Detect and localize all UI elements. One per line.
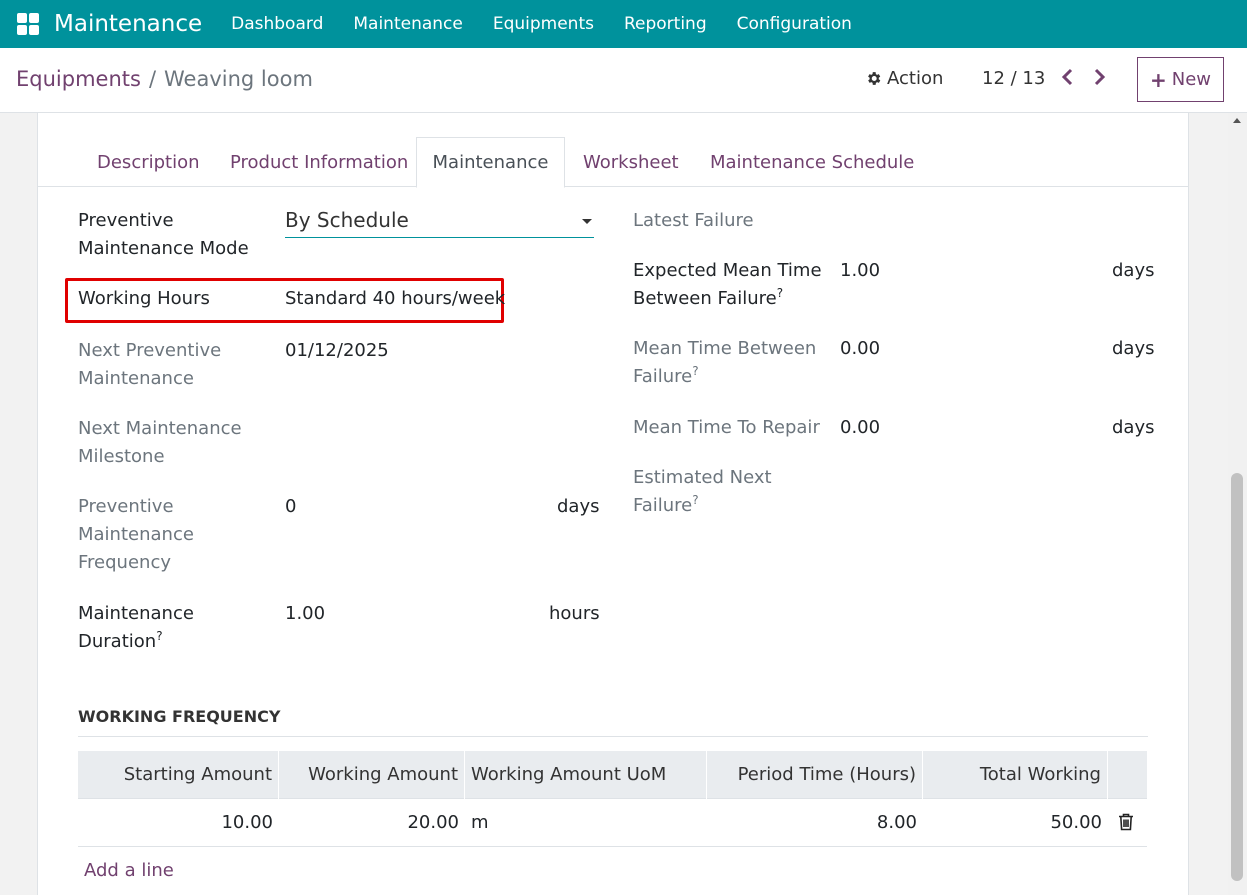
col-working-amount[interactable]: Working Amount bbox=[279, 751, 465, 799]
action-button[interactable]: Action bbox=[865, 68, 943, 89]
help-icon[interactable]: ? bbox=[692, 364, 698, 378]
duration-label: Maintenance Duration? bbox=[78, 603, 194, 652]
expected-mtbf-unit: days bbox=[1112, 260, 1155, 281]
expected-mtbf-value[interactable]: 1.00 bbox=[840, 257, 880, 285]
tab-worksheet[interactable]: Worksheet bbox=[583, 137, 679, 187]
working-hours-label: Working Hours bbox=[78, 288, 210, 309]
col-starting-amount[interactable]: Starting Amount bbox=[78, 751, 279, 799]
chevron-left-icon[interactable] bbox=[1060, 68, 1076, 91]
pm-mode-value: By Schedule bbox=[285, 208, 409, 232]
next-pm-label: Next Preventive Maintenance bbox=[78, 340, 222, 389]
col-period-time[interactable]: Period Time (Hours) bbox=[707, 751, 923, 799]
pm-frequency-label: Preventive Maintenance Frequency bbox=[78, 496, 194, 573]
plus-icon: + bbox=[1149, 67, 1167, 92]
breadcrumb-separator: / bbox=[148, 67, 157, 91]
mtbf-value: 0.00 bbox=[840, 338, 881, 359]
add-line-link[interactable]: Add a line bbox=[84, 847, 174, 895]
cell-period-time[interactable]: 8.00 bbox=[707, 799, 923, 847]
mttr-label: Mean Time To Repair bbox=[633, 417, 820, 438]
pm-mode-label: Preventive Maintenance Mode bbox=[78, 210, 249, 259]
pm-mode-select[interactable]: By Schedule bbox=[285, 208, 594, 238]
breadcrumb: Equipments / Weaving loom bbox=[16, 67, 313, 91]
next-milestone-label: Next Maintenance Milestone bbox=[78, 418, 242, 467]
col-total-working[interactable]: Total Working bbox=[923, 751, 1108, 799]
breadcrumb-equipments[interactable]: Equipments bbox=[16, 67, 141, 91]
pm-frequency-value[interactable]: 0 bbox=[285, 493, 296, 521]
nav-dashboard[interactable]: Dashboard bbox=[216, 14, 338, 34]
tab-product-information[interactable]: Product Information bbox=[230, 137, 408, 187]
mttr-value: 0.00 bbox=[840, 417, 881, 438]
chevron-right-icon[interactable] bbox=[1091, 68, 1107, 91]
scroll-up-arrow-icon[interactable] bbox=[1233, 118, 1241, 123]
tab-description[interactable]: Description bbox=[97, 137, 200, 187]
new-button[interactable]: + New bbox=[1137, 57, 1224, 102]
scrollbar[interactable] bbox=[1228, 113, 1247, 895]
pager-value[interactable]: 12 / 13 bbox=[982, 68, 1045, 89]
trash-icon[interactable] bbox=[1118, 813, 1134, 836]
help-icon[interactable]: ? bbox=[692, 493, 698, 507]
pm-frequency-unit: days bbox=[557, 496, 600, 517]
nav-reporting[interactable]: Reporting bbox=[609, 14, 722, 34]
breadcrumb-current: Weaving loom bbox=[164, 67, 313, 91]
working-hours-field[interactable]: Standard 40 hours/week bbox=[285, 285, 505, 313]
help-icon[interactable]: ? bbox=[777, 286, 783, 300]
next-pm-value: 01/12/2025 bbox=[285, 340, 389, 361]
caret-down-icon bbox=[582, 219, 592, 224]
mtbf-label: Mean Time Between Failure? bbox=[633, 338, 817, 387]
cell-total-working[interactable]: 50.00 bbox=[923, 799, 1108, 847]
scroll-thumb[interactable] bbox=[1231, 473, 1243, 881]
tab-maintenance[interactable]: Maintenance bbox=[416, 137, 565, 188]
mtbf-unit: days bbox=[1112, 338, 1155, 359]
notebook-tabs: Description Product Information Maintena… bbox=[38, 137, 1188, 188]
col-working-amount-uom[interactable]: Working Amount UoM bbox=[465, 751, 707, 799]
cell-uom[interactable]: m bbox=[465, 799, 707, 847]
form-sheet: Description Product Information Maintena… bbox=[37, 113, 1189, 895]
nav-configuration[interactable]: Configuration bbox=[722, 14, 867, 34]
est-next-failure-label: Estimated Next Failure? bbox=[633, 467, 772, 516]
table-row[interactable]: 10.00 20.00 m 8.00 50.00 bbox=[78, 799, 1147, 847]
duration-value[interactable]: 1.00 bbox=[285, 600, 325, 628]
control-panel: Equipments / Weaving loom Action 12 / 13 +… bbox=[0, 48, 1247, 113]
action-label: Action bbox=[887, 68, 944, 89]
duration-unit: hours bbox=[549, 603, 600, 624]
gear-icon bbox=[868, 72, 881, 85]
cell-working-amount[interactable]: 20.00 bbox=[279, 799, 465, 847]
nav-maintenance[interactable]: Maintenance bbox=[338, 14, 477, 34]
top-navbar: Maintenance Dashboard Maintenance Equipm… bbox=[0, 0, 1247, 48]
cell-starting-amount[interactable]: 10.00 bbox=[78, 799, 279, 847]
apps-icon[interactable] bbox=[17, 13, 39, 35]
expected-mtbf-label: Expected Mean Time Between Failure? bbox=[633, 260, 822, 309]
help-icon[interactable]: ? bbox=[156, 629, 162, 643]
table-header: Starting Amount Working Amount Working A… bbox=[78, 751, 1147, 799]
nav-equipments[interactable]: Equipments bbox=[478, 14, 609, 34]
latest-failure-label: Latest Failure bbox=[633, 210, 754, 231]
tab-maintenance-schedule[interactable]: Maintenance Schedule bbox=[710, 137, 914, 187]
app-brand[interactable]: Maintenance bbox=[54, 11, 202, 37]
working-frequency-title: WORKING FREQUENCY bbox=[78, 707, 1148, 737]
mttr-unit: days bbox=[1112, 417, 1155, 438]
new-label: New bbox=[1171, 69, 1212, 90]
